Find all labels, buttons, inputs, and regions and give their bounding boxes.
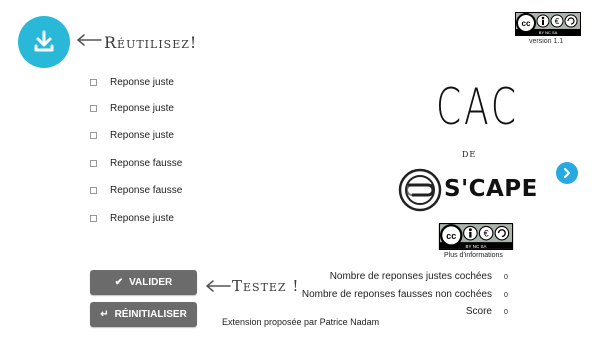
score-label: Score bbox=[465, 306, 492, 317]
arrow-left-icon bbox=[76, 34, 102, 46]
answer-label: Reponse juste bbox=[110, 129, 174, 141]
answer-item[interactable]: Reponse juste bbox=[90, 127, 174, 143]
reset-label: RÉINITIALISER bbox=[114, 309, 187, 320]
svg-text:BY NC SA: BY NC SA bbox=[539, 30, 558, 35]
credit-text: Extension proposée par Patrice Nadam bbox=[222, 317, 380, 327]
stat-wrong-unchecked-label: Nombre de reponses fausses non cochées bbox=[301, 289, 492, 300]
cc-license-badge[interactable]: cc € BY NC SA bbox=[437, 223, 515, 250]
answer-item[interactable]: Reponse juste bbox=[90, 100, 174, 116]
answer-item[interactable]: Reponse fausse bbox=[90, 155, 182, 171]
chevron-right-icon bbox=[564, 168, 570, 178]
stat-correct-checked-label: Nombre de reponses justes cochées bbox=[329, 271, 492, 282]
reset-button[interactable]: ↵ RÉINITIALISER bbox=[90, 302, 197, 327]
answer-item[interactable]: Reponse fausse bbox=[90, 182, 182, 198]
answer-label: Reponse juste bbox=[110, 102, 174, 114]
svg-text:€: € bbox=[484, 229, 489, 239]
brand-name: S'CAPE bbox=[444, 176, 538, 202]
cc-license-badge: cc € BY NC SA bbox=[515, 12, 581, 36]
answer-checkbox[interactable] bbox=[90, 159, 97, 167]
answer-label: Reponse juste bbox=[110, 212, 174, 224]
answer-checkbox[interactable] bbox=[90, 131, 97, 139]
stat-correct-checked-value: 0 bbox=[504, 274, 508, 281]
test-hint: Testez ! bbox=[232, 277, 300, 295]
next-button[interactable] bbox=[556, 162, 578, 184]
reuse-label: Réutilisez! bbox=[104, 33, 198, 52]
more-info-link[interactable]: Plus d'informations bbox=[444, 252, 503, 259]
answer-checkbox[interactable] bbox=[90, 186, 97, 194]
answer-item[interactable]: Reponse juste bbox=[90, 74, 174, 90]
svg-text:cc: cc bbox=[522, 19, 531, 28]
download-button[interactable] bbox=[18, 16, 70, 68]
answer-checkbox[interactable] bbox=[90, 104, 97, 112]
answer-item[interactable]: Reponse juste bbox=[90, 210, 174, 226]
check-icon: ✔ bbox=[114, 277, 124, 288]
answer-checkbox[interactable] bbox=[90, 214, 97, 222]
scape-logo-icon bbox=[398, 168, 442, 212]
svg-text:€: € bbox=[555, 17, 560, 26]
arrow-left-icon bbox=[205, 280, 231, 292]
score-value: 0 bbox=[504, 309, 508, 316]
svg-text:cc: cc bbox=[446, 231, 456, 241]
answer-label: Reponse fausse bbox=[110, 157, 183, 169]
title-connector: de bbox=[462, 146, 477, 160]
download-icon bbox=[34, 30, 54, 52]
answer-checkbox[interactable] bbox=[90, 78, 97, 86]
answer-label: Reponse juste bbox=[110, 76, 174, 88]
validate-button[interactable]: ✔ VALIDER bbox=[90, 270, 197, 295]
reset-icon: ↵ bbox=[100, 309, 109, 320]
svg-text:BY NC SA: BY NC SA bbox=[466, 244, 487, 249]
page-title: CAC bbox=[436, 78, 519, 136]
answer-label: Reponse fausse bbox=[110, 184, 183, 196]
validate-label: VALIDER bbox=[129, 277, 173, 288]
version-label: version 1.1 bbox=[529, 38, 564, 45]
stat-wrong-unchecked-value: 0 bbox=[504, 292, 508, 299]
